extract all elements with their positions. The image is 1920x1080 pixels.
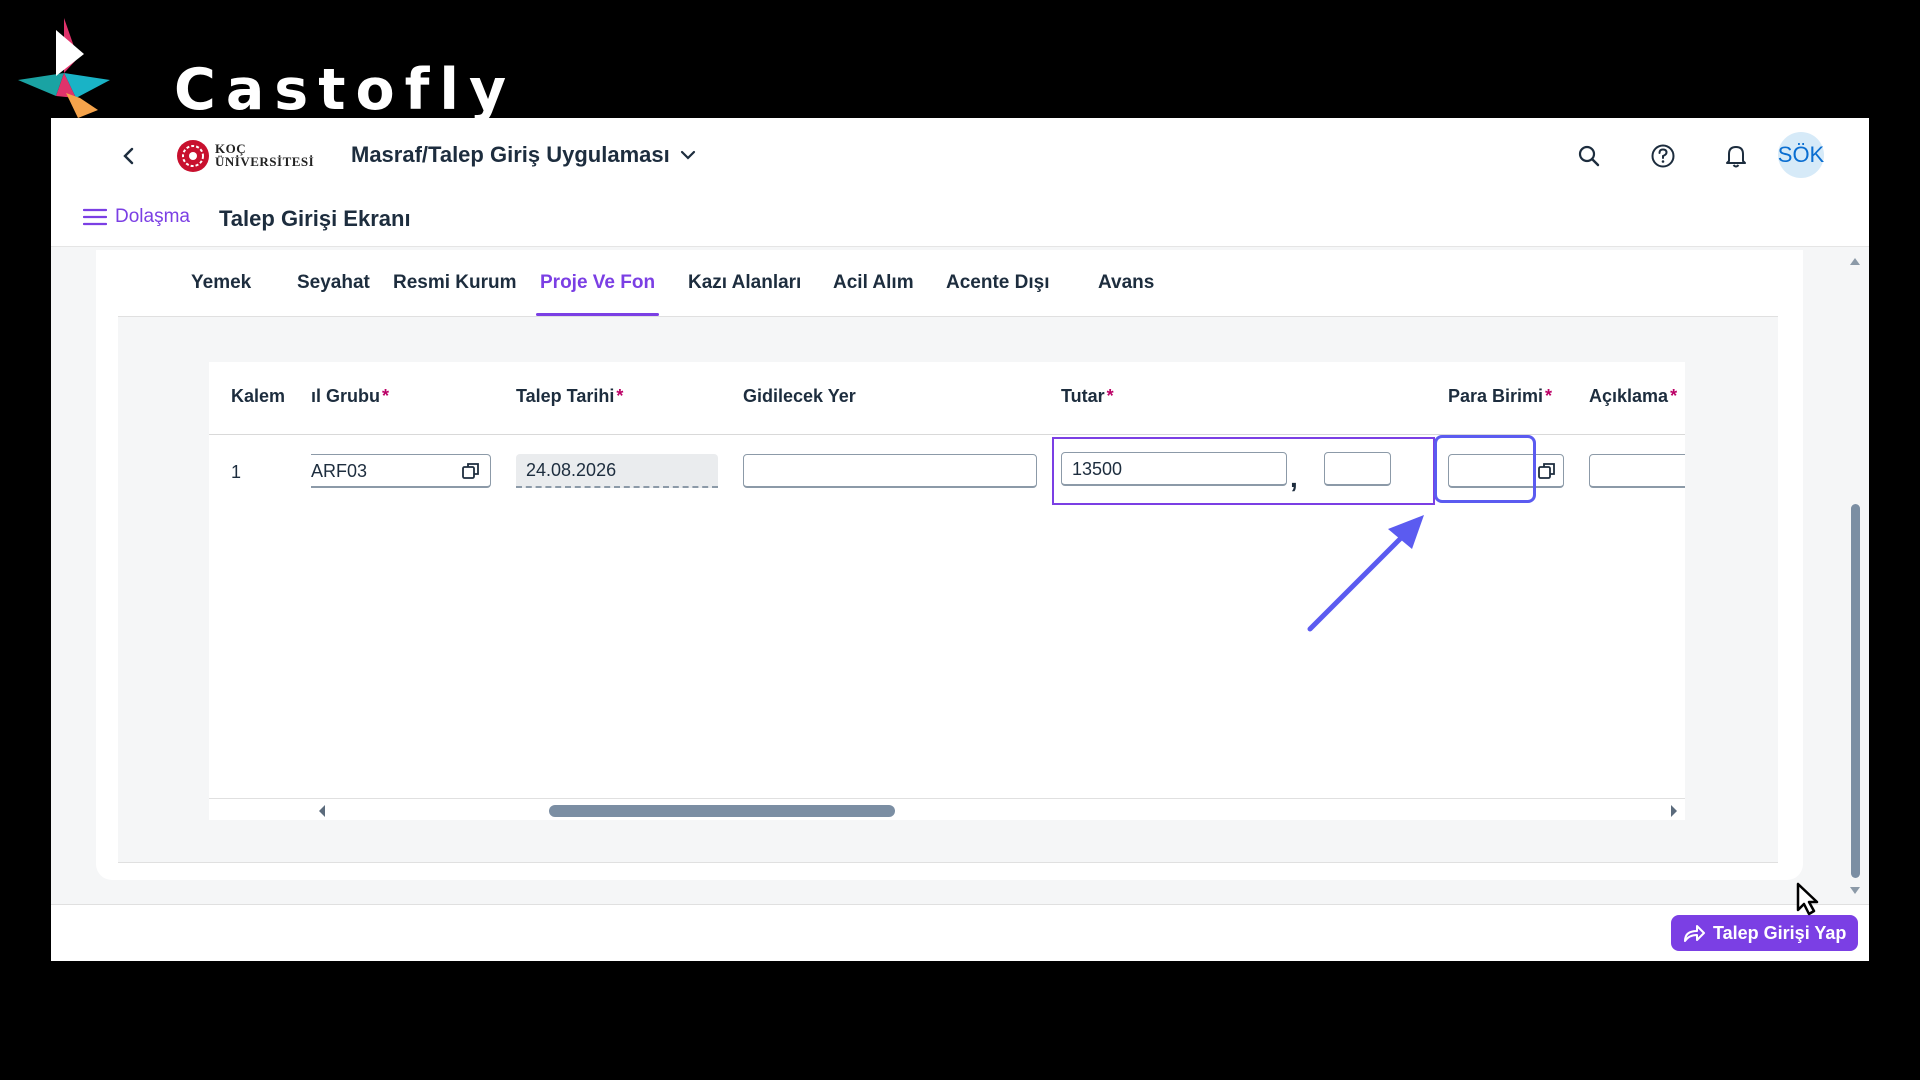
scroll-up-icon[interactable] [1849,256,1861,266]
chevron-down-icon [680,150,695,160]
help-button[interactable] [1645,138,1681,174]
para-birimi-focus-annotation [1434,435,1536,503]
page-title: Talep Girişi Ekranı [219,206,411,231]
horizontal-scroll-thumb[interactable] [549,805,895,817]
submit-request-button[interactable]: Talep Girişi Yap [1671,915,1859,951]
share-arrow-icon [1684,925,1705,942]
back-button[interactable] [111,138,147,174]
tab-yemek[interactable]: Yemek [191,250,251,316]
koc-logo[interactable]: KOÇ ÜNİVERSİTESİ [175,138,325,178]
content-card: Yemek Seyahat Resmi Kurum Proje Ve Fon K… [96,250,1803,880]
tab-avans[interactable]: Avans [1098,250,1154,316]
vertical-scrollbar[interactable] [1848,256,1862,896]
koc-logo-text: KOÇ ÜNİVERSİTESİ [215,141,315,169]
koc-emblem-icon [177,140,209,172]
app-window: KOÇ ÜNİVERSİTESİ Masraf/Talep Giriş Uygu… [51,118,1869,961]
tab-content: Kalem ıl Grubu * Talep Tarihi * Gidilecek … [118,317,1778,863]
castofly-logo-icon [18,18,110,118]
column-header-para-birimi: Para Birimi * [1448,386,1553,406]
column-header-gidilecek-yer: Gidilecek Yer [743,386,856,406]
aciklama-input[interactable] [1589,454,1685,488]
chevron-left-icon [123,147,134,165]
scroll-down-icon[interactable] [1849,886,1861,896]
tab-seyahat[interactable]: Seyahat [297,250,370,316]
scroll-left-icon[interactable] [317,804,327,818]
cursor-icon [1796,882,1819,916]
vertical-scroll-thumb[interactable] [1851,504,1860,878]
para-birimi-value-help[interactable] [1535,459,1559,483]
tab-acente-disi[interactable]: Acente Dışı [946,250,1049,316]
user-avatar[interactable]: SÖK [1778,132,1824,178]
app-title-menu[interactable]: Masraf/Talep Giriş Uygulaması [351,142,696,168]
navigation-label: Dolaşma [115,206,190,227]
tab-acil-alim[interactable]: Acil Alım [833,250,914,316]
search-button[interactable] [1571,138,1607,174]
cell-kalem: 1 [231,462,242,482]
scroll-right-icon[interactable] [1669,804,1679,818]
tutar-integer-input[interactable]: 13500 [1061,452,1287,486]
sub-header: Dolaşma Talep Girişi Ekranı [51,194,1869,246]
tab-proje-ve-fon[interactable]: Proje Ve Fon [535,250,660,316]
shell-bar: KOÇ ÜNİVERSİTESİ Masraf/Talep Giriş Uygu… [51,118,1869,247]
value-help-icon [1538,463,1555,479]
talep-tarihi-input[interactable]: 24.08.2026 [516,454,718,488]
column-header-talep-tarihi: Talep Tarihi * [516,386,624,406]
footer-toolbar: Talep Girişi Yap [51,904,1869,961]
navigation-toggle[interactable]: Dolaşma [83,206,190,228]
decimal-separator: , [1290,462,1298,493]
horizontal-scrollbar[interactable] [209,798,1685,820]
column-header-kalem: Kalem [231,386,286,406]
tab-kazi-alanlari[interactable]: Kazı Alanları [688,250,801,316]
expense-table: Kalem ıl Grubu * Talep Tarihi * Gidilecek … [209,362,1685,820]
app-title: Masraf/Talep Giriş Uygulaması [351,142,670,167]
column-header-grubu: ıl Grubu * [311,386,390,406]
annotation-arrow-icon [1307,515,1424,632]
column-header-tutar: Tutar * [1061,386,1114,406]
help-icon [1651,144,1675,168]
tutar-decimal-input[interactable] [1324,452,1391,486]
grubu-value-help[interactable] [459,459,483,483]
search-icon [1578,145,1600,167]
bell-icon [1726,146,1746,168]
tab-resmi-kurum[interactable]: Resmi Kurum [393,250,517,316]
tab-bar: Yemek Seyahat Resmi Kurum Proje Ve Fon K… [118,250,1778,317]
gidilecek-yer-input[interactable] [743,454,1037,488]
notifications-button[interactable] [1718,138,1754,174]
column-header-aciklama: Açıklama * [1589,386,1678,406]
value-help-icon [462,463,479,479]
menu-icon [83,208,107,226]
castofly-watermark: Castofly [18,18,506,130]
submit-request-label: Talep Girişi Yap [1713,922,1847,943]
castofly-wordmark: Castofly [174,57,517,123]
